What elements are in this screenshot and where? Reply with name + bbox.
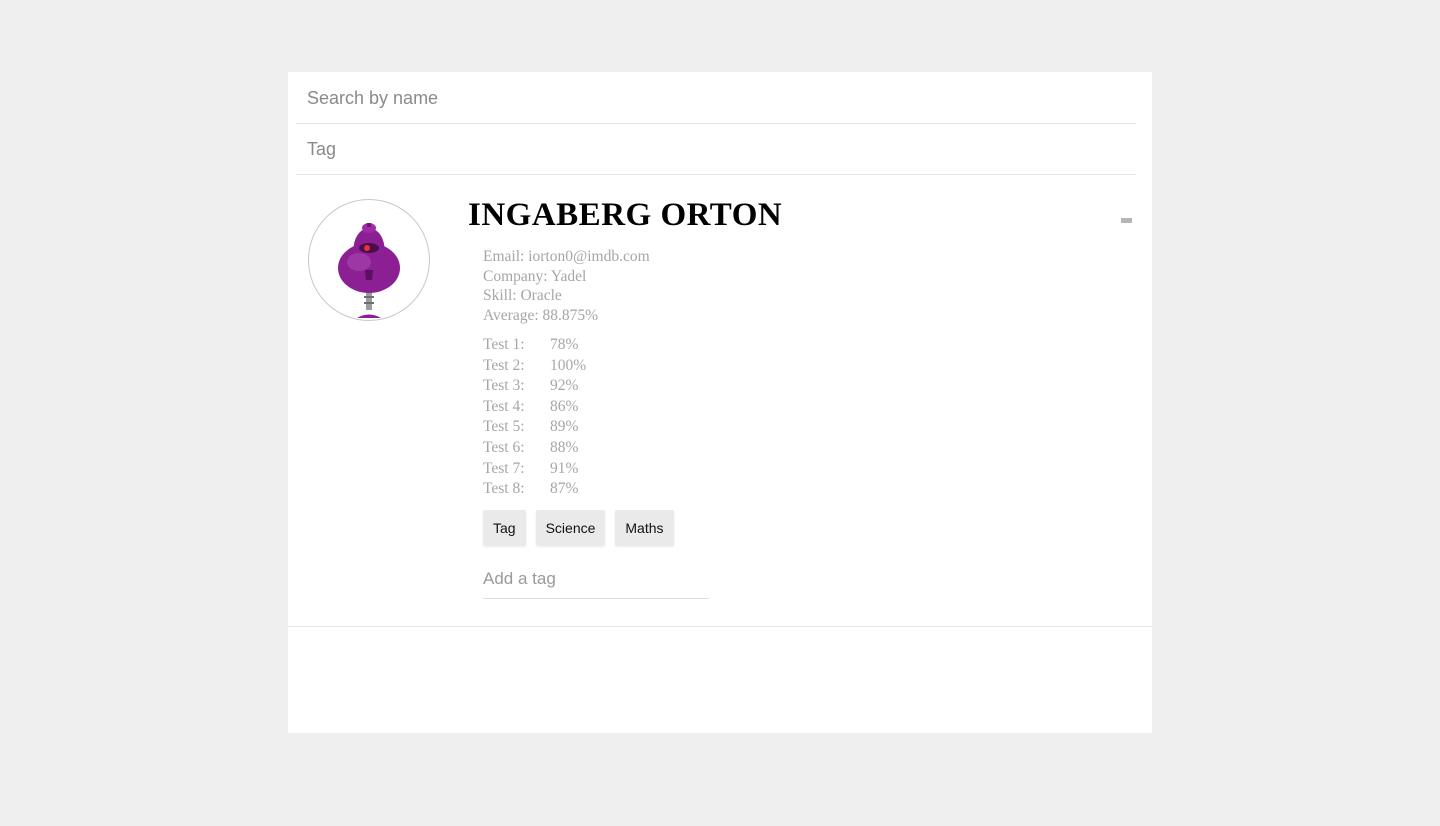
grade-value: 92% [550, 377, 579, 395]
grade-value: 86% [550, 397, 579, 415]
tag-chip-tag[interactable]: Tag [483, 510, 526, 546]
grade-label: Test 3: [483, 377, 525, 395]
grade-label: Test 1: [483, 336, 525, 353]
grades-list: Test 1: 78% Test 2: 100% Test 3: 92% Test 4… [483, 335, 650, 500]
student-card: INGABERG ORTON Email: iorton0@imdb.com C… [288, 175, 1152, 627]
grade-row: Test 8: 87% [483, 479, 650, 500]
add-tag-input[interactable] [483, 559, 709, 599]
search-by-name-input[interactable] [296, 74, 1136, 124]
purple-robot-avatar-icon [338, 223, 400, 318]
skill-text: Skill: Oracle [483, 287, 562, 304]
grade-row: Test 3: 92% [483, 376, 650, 397]
grade-label: Test 7: [483, 459, 525, 477]
grade-row: Test 1: 78% [483, 335, 650, 356]
tag-list: Tag Science Maths [483, 510, 674, 546]
grade-row: Test 4: 86% [483, 397, 650, 418]
grade-row: Test 7: 91% [483, 459, 650, 480]
email-text: Email: iorton0@imdb.com [483, 248, 650, 265]
avatar [308, 199, 430, 321]
grade-value: 89% [550, 418, 579, 436]
grade-row: Test 5: 89% [483, 417, 650, 438]
student-list-panel: INGABERG ORTON Email: iorton0@imdb.com C… [288, 72, 1152, 733]
grade-row: Test 2: 100% [483, 356, 650, 377]
grade-label: Test 2: [483, 356, 525, 374]
grade-label: Test 5: [483, 418, 525, 436]
grade-value: 91% [550, 459, 579, 477]
tag-chip-maths[interactable]: Maths [615, 510, 674, 546]
student-name: INGABERG ORTON [468, 197, 783, 233]
grade-value: 88% [550, 438, 579, 456]
average-text: Average: 88.875% [483, 306, 599, 324]
grade-label: Test 8: [483, 480, 525, 498]
grade-value: 100% [550, 356, 587, 374]
grade-value: 87% [550, 480, 579, 498]
grade-label: Test 6: [483, 438, 525, 456]
grade-label: Test 4: [483, 397, 525, 415]
collapse-minus-icon[interactable] [1121, 218, 1132, 223]
search-by-tag-input[interactable] [296, 125, 1136, 175]
student-details: Email: iorton0@imdb.com Company: Yadel S… [483, 247, 650, 500]
grade-row: Test 6: 88% [483, 438, 650, 459]
grade-value: 78% [550, 336, 579, 353]
company-text: Company: Yadel [483, 267, 587, 285]
tag-chip-science[interactable]: Science [535, 510, 606, 546]
